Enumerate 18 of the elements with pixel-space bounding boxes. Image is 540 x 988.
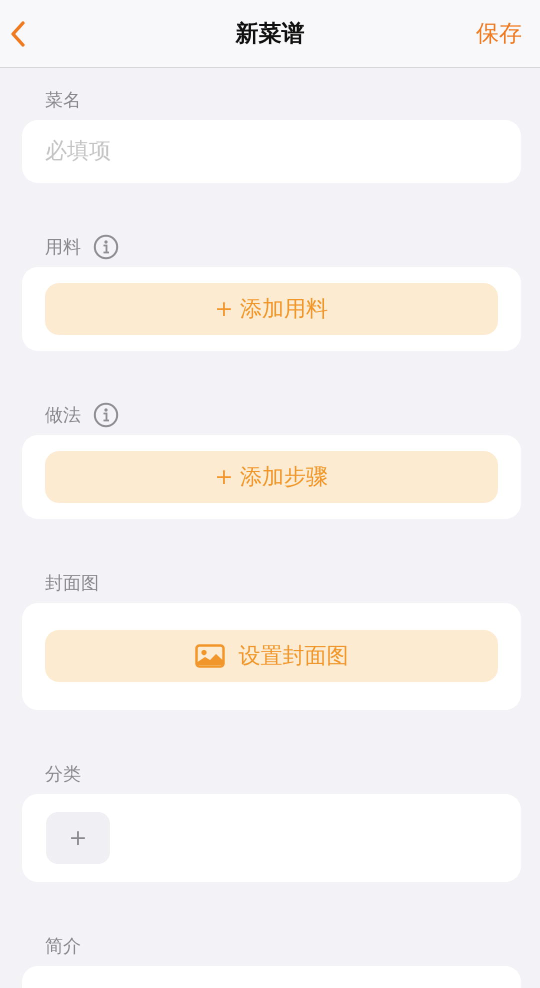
add-category-button[interactable]: +: [46, 812, 110, 864]
image-icon: [194, 644, 224, 668]
info-icon[interactable]: [93, 234, 119, 260]
save-button[interactable]: 保存: [476, 18, 522, 49]
cover-button[interactable]: 设置封面图: [45, 630, 498, 682]
section-label: 菜名: [45, 89, 81, 112]
section-label: 做法: [45, 404, 81, 427]
section-label: 简介: [45, 935, 81, 958]
name-field[interactable]: 必填项: [22, 120, 521, 183]
info-icon[interactable]: [93, 402, 119, 428]
section-label: 分类: [45, 763, 81, 786]
section-label: 封面图: [45, 572, 99, 595]
back-button[interactable]: [10, 20, 26, 48]
page-title: 新菜谱: [236, 20, 304, 49]
back-icon: [10, 20, 26, 48]
add-button[interactable]: + 添加步骤: [45, 451, 498, 503]
section-label: 用料: [45, 236, 81, 259]
add-button[interactable]: + 添加用料: [45, 283, 498, 335]
